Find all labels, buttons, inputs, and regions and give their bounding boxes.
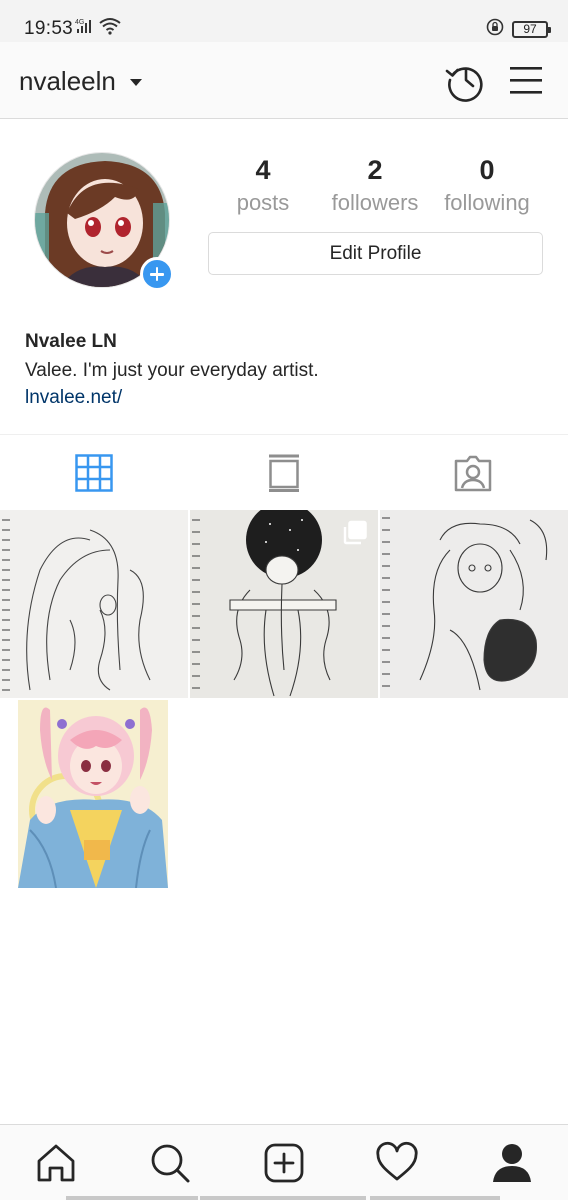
status-bar: 19:53 4G 97: [0, 0, 568, 42]
posts-count: 4: [255, 155, 271, 185]
posts-stat[interactable]: 4 posts: [208, 154, 318, 220]
tab-feed[interactable]: [264, 453, 304, 493]
following-label: following: [444, 190, 530, 215]
status-time: 19:53: [24, 18, 74, 39]
posts-label: posts: [236, 190, 290, 215]
nav-activity-button[interactable]: [375, 1141, 419, 1185]
history-button[interactable]: [444, 58, 488, 102]
followers-stat[interactable]: 2 followers: [320, 154, 430, 220]
grid-icon: [75, 454, 113, 492]
post-thumbnail[interactable]: [380, 510, 568, 698]
activity-icon: [376, 1141, 418, 1181]
status-indicators: 4G: [75, 17, 121, 40]
tab-tagged[interactable]: [453, 453, 493, 493]
gesture-bar-segment: [66, 1196, 198, 1200]
chevron-down-icon: [129, 79, 142, 86]
post-thumbnail[interactable]: [0, 700, 188, 888]
gesture-bar-segment: [200, 1196, 366, 1200]
username-label: nvaleeln: [19, 66, 116, 96]
tab-grid[interactable]: [74, 453, 114, 493]
search-icon: [151, 1144, 190, 1183]
nav-home-button[interactable]: [34, 1141, 78, 1185]
wifi-icon: [99, 17, 121, 40]
tagged-icon: [454, 455, 492, 492]
following-stat[interactable]: 0 following: [432, 154, 542, 220]
nav-profile-button[interactable]: [490, 1141, 534, 1185]
bio-text: Valee. I'm just your everyday artist.: [25, 360, 319, 381]
feed-icon: [269, 454, 299, 492]
following-count: 0: [479, 155, 495, 185]
display-name: Nvalee LN: [25, 331, 117, 352]
profile-avatar[interactable]: [34, 152, 174, 291]
post-thumbnail[interactable]: [0, 510, 188, 698]
menu-icon: [510, 67, 542, 94]
gesture-bar-segment: [370, 1196, 500, 1200]
nav-new-post-button[interactable]: [262, 1141, 306, 1185]
profile-tabs: [0, 434, 568, 508]
nav-search-button[interactable]: [148, 1141, 192, 1185]
menu-button[interactable]: [508, 62, 544, 98]
profile-icon: [493, 1144, 531, 1182]
add-story-button[interactable]: [140, 257, 174, 291]
followers-count: 2: [367, 155, 383, 185]
battery-indicator: 97: [512, 21, 551, 38]
account-switcher[interactable]: nvaleeln: [19, 66, 142, 97]
history-icon: [445, 67, 483, 102]
status-right: 97: [486, 18, 551, 41]
followers-label: followers: [331, 190, 419, 215]
network-type-label: 4G: [75, 19, 84, 26]
edit-profile-button[interactable]: Edit Profile: [208, 232, 543, 275]
signal-icon: 4G: [75, 17, 95, 40]
bio-section: Nvalee LN Valee. I'm just your everyday …: [25, 330, 319, 411]
home-icon: [37, 1144, 75, 1182]
multiple-posts-icon: [342, 520, 368, 546]
website-link[interactable]: lnvalee.net/: [25, 385, 319, 411]
new-post-icon: [264, 1143, 304, 1183]
bottom-navigation: [0, 1124, 568, 1200]
post-thumbnail[interactable]: [190, 510, 378, 698]
rotation-lock-icon: [486, 18, 504, 41]
top-bar: nvaleeln: [0, 42, 568, 119]
